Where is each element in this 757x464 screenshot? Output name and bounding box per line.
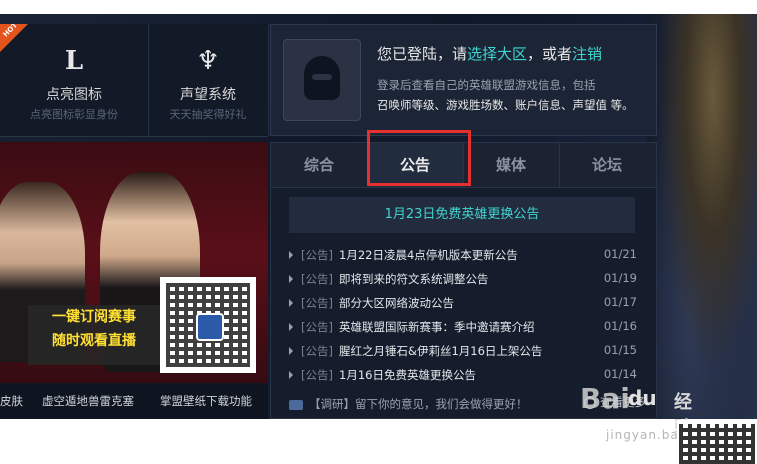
corner-qr-code <box>677 420 757 464</box>
news-tag: [公告] <box>301 344 333 358</box>
reputation-icon: ♆ <box>196 46 220 76</box>
news-item[interactable]: [公告] 即将到来的符文系统调整公告 01/19 <box>289 267 637 291</box>
login-info-line1: 登录后查看自己的英雄联盟游戏信息，包括 <box>377 78 596 92</box>
news-date: 01/21 <box>603 247 637 261</box>
tab-media[interactable]: 媒体 <box>463 143 560 187</box>
bullet-arrow-icon <box>289 371 293 379</box>
page-stage: HOT L 点亮图标 点亮图标彰显身份 ♆ 声望系统 天天抽奖得好礼 您已登陆，… <box>0 14 757 419</box>
news-tabs: 综合 公告 媒体 论坛 <box>271 130 656 188</box>
news-date: 01/15 <box>603 343 637 357</box>
news-item[interactable]: [公告] 腥红之月锤石&伊莉丝1月16日上架公告 01/15 <box>289 339 637 363</box>
bullet-arrow-icon <box>289 299 293 307</box>
news-title[interactable]: 1月16日免费英雄更换公告 <box>339 367 476 383</box>
slogan-line: 一键订阅赛事 <box>52 309 136 325</box>
banner-link-bar: 皮肤 虚空遁地兽雷克塞 掌盟壁纸下载功能 <box>0 383 268 419</box>
tab-forum[interactable]: 论坛 <box>559 143 655 187</box>
login-panel: 您已登陆，请选择大区，或者注销 登录后查看自己的英雄联盟游戏信息，包括 召唤师等… <box>270 24 657 136</box>
slogan-line: 随时观看直播 <box>52 333 136 349</box>
news-item[interactable]: [公告] 英雄联盟国际新赛事：季中邀请赛介绍 01/16 <box>289 315 637 339</box>
banner-link[interactable]: 皮肤 <box>0 393 23 409</box>
bullet-arrow-icon <box>289 347 293 355</box>
survey-text: 【调研】留下你的意见，我们会做得更好！ <box>309 397 528 411</box>
highlight-box <box>367 130 471 186</box>
banner-link[interactable]: 掌盟壁纸下载功能 <box>160 393 252 409</box>
bullet-arrow-icon <box>289 323 293 331</box>
login-prefix: 您已登陆，请 <box>377 45 468 63</box>
news-tag: [公告] <box>301 248 333 262</box>
news-tag: [公告] <box>301 272 333 286</box>
qr-code <box>160 277 256 373</box>
feature-reputation[interactable]: ♆ 声望系统 天天抽奖得好礼 <box>148 24 269 136</box>
feature-subtitle: 天天抽奖得好礼 <box>169 108 247 121</box>
watermark-du: du <box>628 386 657 410</box>
headline-news[interactable]: 1月23日免费英雄更换公告 <box>289 197 635 233</box>
feature-bar: HOT L 点亮图标 点亮图标彰显身份 ♆ 声望系统 天天抽奖得好礼 <box>0 24 269 137</box>
news-date: 01/16 <box>603 319 637 333</box>
login-info-line2: 召唤师等级、游戏胜场数、账户信息、声望值 等。 <box>377 98 634 112</box>
logout-link[interactable]: 注销 <box>572 45 602 63</box>
news-date: 01/19 <box>603 271 637 285</box>
news-title[interactable]: 1月22日凌晨4点停机版本更新公告 <box>339 247 518 263</box>
survey-link[interactable]: 【调研】留下你的意见，我们会做得更好！ <box>289 396 528 412</box>
news-date: 01/17 <box>603 295 637 309</box>
news-title[interactable]: 英雄联盟国际新赛事：季中邀请赛介绍 <box>339 319 535 335</box>
news-tag: [公告] <box>301 368 333 382</box>
news-title[interactable]: 即将到来的符文系统调整公告 <box>339 271 489 287</box>
light-icon: L <box>64 46 84 76</box>
subscribe-slogan: 一键订阅赛事 随时观看直播 <box>28 305 160 365</box>
baidu-watermark: Bai du 经验 <box>580 378 700 439</box>
qr-pattern <box>679 424 755 464</box>
avatar <box>283 39 361 121</box>
bullet-arrow-icon <box>289 251 293 259</box>
feature-title: 点亮图标 <box>46 87 102 103</box>
login-status: 您已登陆，请选择大区，或者注销 <box>377 43 602 64</box>
login-mid: ，或者 <box>527 45 573 63</box>
tab-general[interactable]: 综合 <box>271 143 368 187</box>
news-tag: [公告] <box>301 296 333 310</box>
hot-label: HOT <box>1 21 19 39</box>
bullet-arrow-icon <box>289 275 293 283</box>
chat-icon <box>289 399 303 410</box>
champion-art <box>647 14 757 419</box>
feature-icon-light[interactable]: HOT L 点亮图标 点亮图标彰显身份 <box>0 24 149 136</box>
feature-subtitle: 点亮图标彰显身份 <box>30 108 118 121</box>
app-logo-icon <box>196 313 224 341</box>
banner-link[interactable]: 虚空遁地兽雷克塞 <box>42 393 134 409</box>
helmet-icon <box>304 56 340 100</box>
esports-banner[interactable]: 一键订阅赛事 随时观看直播 皮肤 虚空遁地兽雷克塞 掌盟壁纸下载功能 <box>0 142 268 419</box>
news-tag: [公告] <box>301 320 333 334</box>
watermark-logo: Bai <box>580 382 630 415</box>
select-region-link[interactable]: 选择大区 <box>467 45 527 63</box>
news-item[interactable]: [公告] 部分大区网络波动公告 01/17 <box>289 291 637 315</box>
news-title[interactable]: 腥红之月锤石&伊莉丝1月16日上架公告 <box>339 343 542 359</box>
news-title[interactable]: 部分大区网络波动公告 <box>339 295 454 311</box>
feature-title: 声望系统 <box>180 87 236 103</box>
news-item[interactable]: [公告] 1月22日凌晨4点停机版本更新公告 01/21 <box>289 243 637 267</box>
